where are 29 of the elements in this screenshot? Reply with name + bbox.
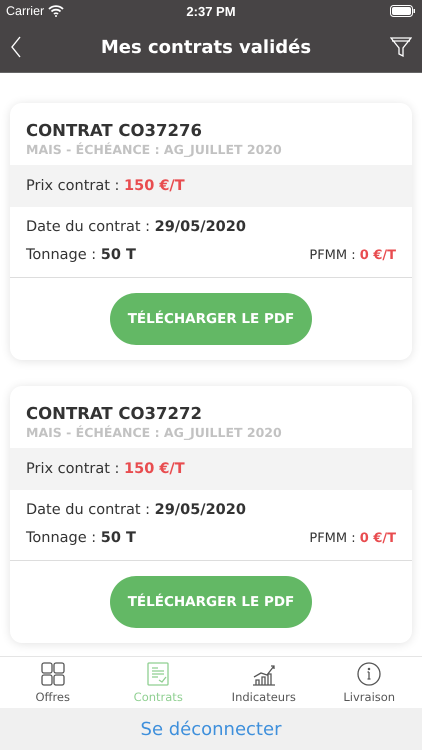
- price-text: Prix contrat : 150 €/T: [26, 178, 185, 194]
- tonnage-text: Tonnage : 50 T: [26, 530, 136, 546]
- carrier-label: Carrier: [6, 4, 44, 18]
- download-pdf-button[interactable]: TÉLÉCHARGER LE PDF: [110, 576, 312, 628]
- tab-item[interactable]: Livraison: [316, 657, 422, 708]
- date-text: Date du contrat : 29/05/2020: [26, 219, 247, 235]
- tonnage-text: Tonnage : 50 T: [26, 247, 136, 263]
- contract-title: CONTRAT CO37276: [25, 120, 203, 140]
- filter-icon[interactable]: [390, 37, 412, 57]
- document-check-icon: [145, 661, 172, 687]
- pfmm-text: PFMM : 0 €/T: [309, 530, 396, 546]
- contract-subtitle: MAIS - ÉCHÉANCE : AG_JUILLET 2020: [25, 141, 283, 159]
- contract-subtitle: MAIS - ÉCHÉANCE : AG_JUILLET 2020: [25, 424, 283, 442]
- price-text: Prix contrat : 150 €/T: [26, 461, 185, 477]
- tab-item[interactable]: Offres: [0, 657, 106, 708]
- tab-item[interactable]: Contrats: [106, 657, 211, 708]
- back-icon[interactable]: [10, 36, 22, 58]
- download-pdf-button[interactable]: TÉLÉCHARGER LE PDF: [110, 293, 312, 345]
- info-icon: [356, 661, 382, 687]
- clock-time: 2:37 PM: [186, 4, 236, 18]
- grid-icon: [40, 661, 66, 687]
- page-title: Mes contrats validés: [100, 36, 312, 58]
- contract-title: CONTRAT CO37272: [25, 403, 203, 423]
- tab-item[interactable]: Indicateurs: [211, 657, 316, 708]
- wifi-icon: [48, 5, 64, 17]
- pfmm-text: PFMM : 0 €/T: [309, 248, 396, 262]
- logout-button[interactable]: Se déconnecter: [134, 718, 288, 740]
- battery-icon: [390, 5, 416, 17]
- date-text: Date du contrat : 29/05/2020: [26, 502, 247, 518]
